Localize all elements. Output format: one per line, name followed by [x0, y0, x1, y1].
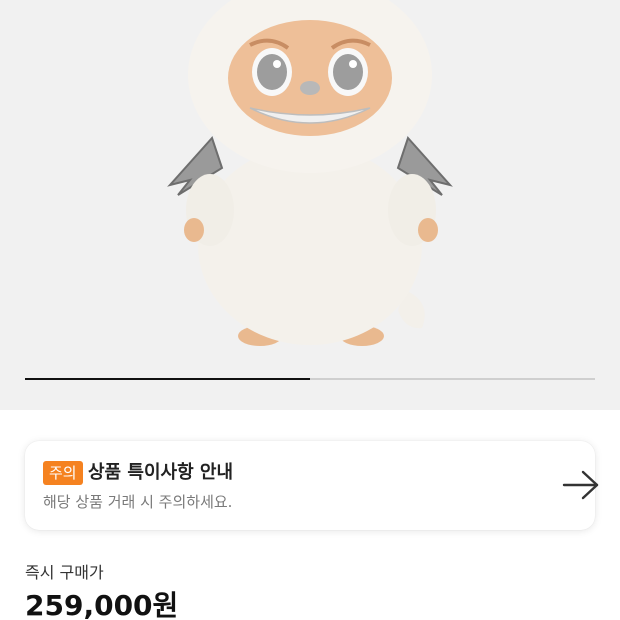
arrow-right-icon[interactable] — [561, 469, 601, 501]
notice-title: 상품 특이사항 안내 — [88, 462, 234, 483]
instant-buy-price-label: 즉시 구매가 — [25, 563, 104, 582]
product-image-gallery[interactable] — [0, 0, 620, 410]
product-notice-card[interactable]: 주의 상품 특이사항 안내 해당 상품 거래 시 주의하세요. — [25, 441, 599, 530]
instant-buy-price: 259,000원 — [25, 589, 179, 620]
caution-badge: 주의 — [43, 461, 83, 485]
image-slide-progress-fill — [25, 378, 310, 380]
image-slide-progress — [25, 378, 595, 380]
product-image[interactable] — [150, 0, 470, 350]
notice-description: 해당 상품 거래 시 주의하세요. — [43, 493, 233, 511]
